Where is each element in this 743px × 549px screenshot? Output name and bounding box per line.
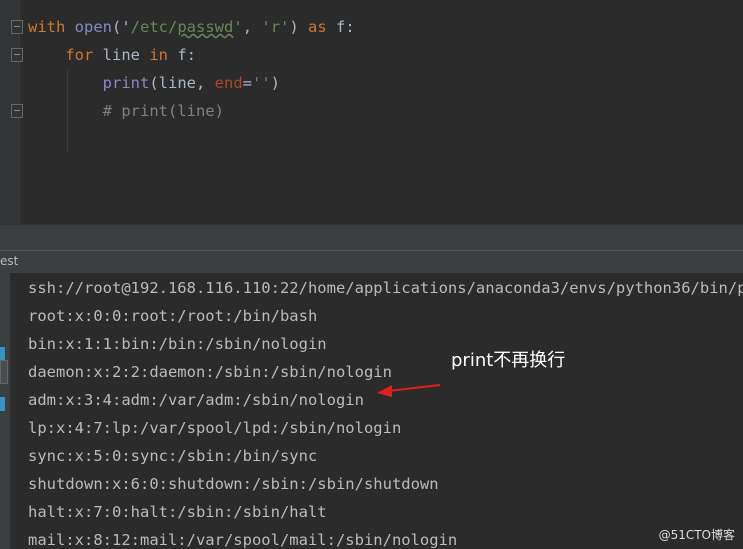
annotation-text: print不再换行 <box>451 350 566 371</box>
annotation-arrow <box>377 384 441 397</box>
watermark: @51CTO博客 <box>658 528 735 542</box>
